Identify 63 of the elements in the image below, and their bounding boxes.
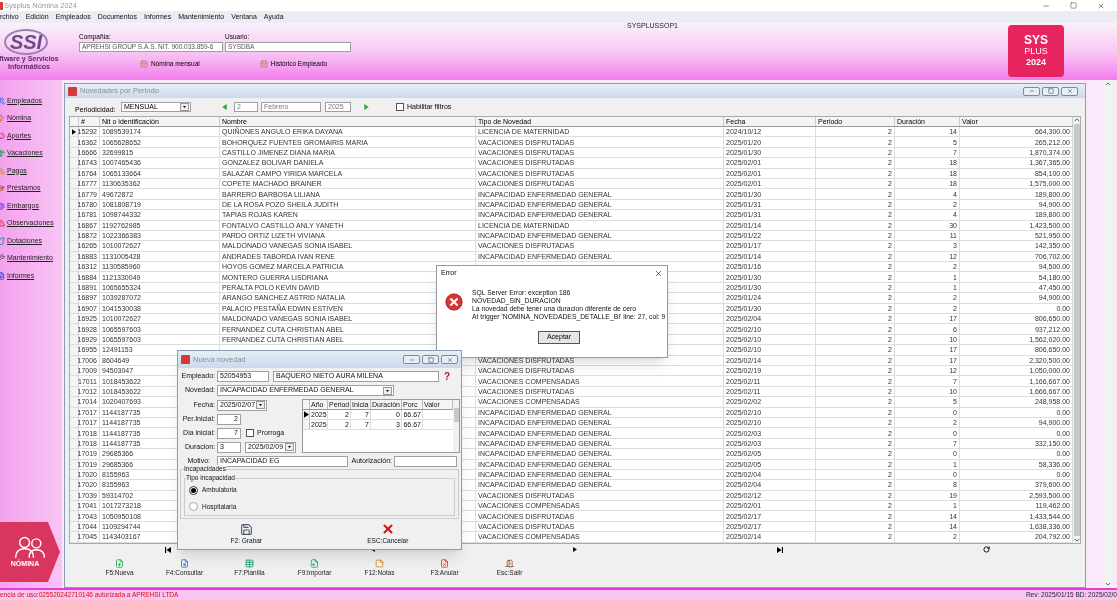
file-x-icon (440, 558, 449, 568)
note-icon (375, 558, 384, 568)
app-icon (0, 1, 3, 10)
maximize-icon[interactable] (422, 355, 439, 364)
coins-icon (0, 166, 5, 175)
app-icon (181, 355, 190, 364)
maximize-icon[interactable] (1042, 86, 1059, 96)
cancel-icon (380, 522, 395, 537)
scroll-down-icon[interactable] (1073, 537, 1080, 542)
scrollbar-thumb[interactable] (453, 408, 459, 422)
table-icon (245, 558, 254, 568)
row-selector[interactable] (303, 410, 310, 419)
scroll-up-icon[interactable] (1105, 82, 1111, 86)
input-field[interactable] (394, 456, 457, 467)
radio-button[interactable] (189, 502, 198, 512)
scrollbar[interactable] (1103, 80, 1113, 588)
lightning-icon (0, 114, 5, 123)
row-selector[interactable] (70, 127, 79, 137)
scale-icon (0, 201, 5, 210)
refresh-icon[interactable] (983, 546, 990, 554)
calendar-icon[interactable] (259, 59, 268, 68)
caret-icon (256, 401, 265, 409)
radio-button[interactable] (189, 485, 198, 495)
calendar-icon[interactable] (140, 59, 148, 68)
previous-arrow-icon[interactable] (221, 104, 228, 110)
shirt-icon (0, 236, 5, 245)
hand-coins-icon (0, 184, 5, 193)
file-plus-icon (115, 558, 124, 568)
scrollbar[interactable] (453, 400, 459, 452)
save-icon (239, 522, 253, 536)
close-icon[interactable] (441, 355, 458, 364)
logo: SSI (3, 29, 49, 55)
document-icon (0, 271, 5, 280)
maximize-icon[interactable] (1070, 1, 1077, 9)
warning-icon (0, 219, 5, 228)
close-icon[interactable] (1097, 1, 1105, 10)
users-icon (0, 96, 5, 105)
file-import-icon (310, 558, 319, 568)
last-record-icon[interactable] (777, 546, 783, 553)
brand-badge: SYS PLUS 2024 (1008, 25, 1064, 77)
next-record-icon[interactable] (573, 547, 577, 553)
piggy-bank-icon (0, 131, 5, 140)
people-icon (12, 534, 48, 559)
checkbox[interactable] (246, 429, 254, 437)
close-icon[interactable] (654, 269, 663, 278)
help-button[interactable]: ? (444, 371, 451, 382)
door-icon (505, 558, 514, 568)
file-search-icon (180, 558, 189, 568)
next-arrow-icon[interactable] (363, 104, 370, 110)
caret-icon (180, 103, 189, 111)
close-icon[interactable] (1061, 86, 1078, 96)
scroll-down-icon[interactable] (1105, 582, 1111, 586)
palm-tree-icon (0, 149, 5, 158)
minimize-icon[interactable] (1023, 86, 1040, 96)
error-icon (445, 293, 463, 311)
caret-icon (285, 443, 294, 451)
app-icon (68, 86, 77, 96)
minimize-icon[interactable] (403, 355, 420, 364)
checkbox[interactable] (396, 103, 404, 111)
first-record-icon[interactable] (165, 546, 171, 553)
wrench-icon (0, 254, 5, 263)
scroll-up-icon[interactable] (1073, 118, 1080, 122)
caret-icon (383, 386, 392, 395)
